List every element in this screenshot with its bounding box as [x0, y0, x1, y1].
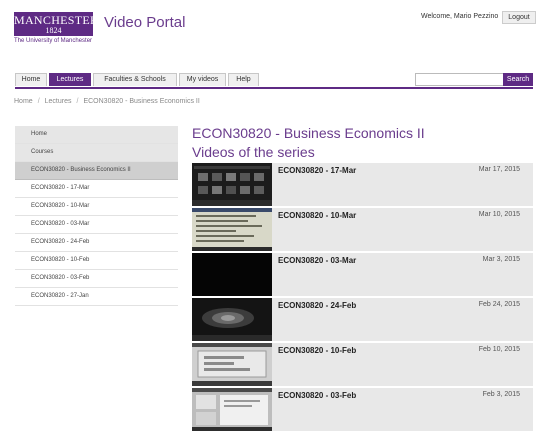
tab-faculties-schools[interactable]: Faculties & Schools [93, 73, 177, 86]
tab-my-videos[interactable]: My videos [179, 73, 226, 86]
university-logo[interactable]: MANCHESTER 1824 [14, 12, 99, 36]
page-subtitle: Videos of the series [192, 144, 315, 160]
video-row[interactable]: ECON30820 - 10-Feb Feb 10, 2015 [192, 343, 533, 386]
video-title[interactable]: ECON30820 - 24-Feb [278, 301, 356, 310]
video-title[interactable]: ECON30820 - 10-Feb [278, 346, 356, 355]
video-thumbnail[interactable] [192, 208, 272, 251]
sidebar-item-10-mar[interactable]: ECON30820 - 10-Mar [15, 198, 178, 216]
logo-wordmark: MANCHESTER [14, 13, 99, 27]
video-thumbnail[interactable] [192, 298, 272, 341]
video-date: Mar 3, 2015 [482, 256, 520, 263]
video-row[interactable]: ECON30820 - 03-Mar Mar 3, 2015 [192, 253, 533, 296]
tab-help[interactable]: Help [228, 73, 259, 86]
video-title[interactable]: ECON30820 - 17-Mar [278, 166, 356, 175]
sidebar-item-courses[interactable]: Courses [15, 144, 178, 162]
video-date: Feb 24, 2015 [478, 301, 520, 308]
video-thumbnail[interactable] [192, 343, 272, 386]
university-name: The University of Manchester [14, 38, 93, 44]
tab-home[interactable]: Home [15, 73, 47, 86]
video-date: Mar 17, 2015 [478, 166, 520, 173]
video-row[interactable]: ECON30820 - 10-Mar Mar 10, 2015 [192, 208, 533, 251]
breadcrumb-home[interactable]: Home [14, 98, 33, 105]
breadcrumb-separator: / [76, 98, 79, 105]
sidebar-item-03-feb[interactable]: ECON30820 - 03-Feb [15, 270, 178, 288]
tab-lectures[interactable]: Lectures [49, 73, 91, 86]
breadcrumb-separator: / [37, 98, 40, 105]
sidebar-item-24-feb[interactable]: ECON30820 - 24-Feb [15, 234, 178, 252]
breadcrumb-current: ECON30820 - Business Economics II [83, 98, 200, 105]
sidebar-item-home[interactable]: Home [15, 126, 178, 144]
video-row[interactable]: ECON30820 - 17-Mar Mar 17, 2015 [192, 163, 533, 206]
video-date: Feb 3, 2015 [482, 391, 520, 398]
sidebar: Home Courses ECON30820 - Business Econom… [15, 126, 178, 306]
video-thumbnail[interactable] [192, 388, 272, 431]
sidebar-item-27-jan[interactable]: ECON30820 - 27-Jan [15, 288, 178, 306]
video-thumbnail[interactable] [192, 163, 272, 206]
video-row[interactable]: ECON30820 - 24-Feb Feb 24, 2015 [192, 298, 533, 341]
welcome-text: Welcome, Mario Pezzino [421, 13, 499, 20]
video-date: Feb 10, 2015 [478, 346, 520, 353]
video-title[interactable]: ECON30820 - 03-Mar [278, 256, 356, 265]
logo-year: 1824 [45, 26, 62, 35]
search-input[interactable] [415, 73, 505, 86]
portal-title[interactable]: Video Portal [104, 14, 185, 31]
video-thumbnail[interactable] [192, 253, 272, 296]
sidebar-item-03-mar[interactable]: ECON30820 - 03-Mar [15, 216, 178, 234]
video-title[interactable]: ECON30820 - 10-Mar [278, 211, 356, 220]
breadcrumb-lectures[interactable]: Lectures [45, 98, 72, 105]
video-date: Mar 10, 2015 [478, 211, 520, 218]
search-button[interactable]: Search [503, 73, 533, 86]
sidebar-item-17-mar[interactable]: ECON30820 - 17-Mar [15, 180, 178, 198]
sidebar-item-series[interactable]: ECON30820 - Business Economics II [15, 162, 178, 180]
page-title: ECON30820 - Business Economics II [192, 125, 425, 141]
video-row[interactable]: ECON30820 - 03-Feb Feb 3, 2015 [192, 388, 533, 431]
logout-button[interactable]: Logout [502, 11, 536, 24]
video-list: ECON30820 - 17-Mar Mar 17, 2015 ECON3082… [192, 163, 533, 433]
breadcrumb: Home / Lectures / ECON30820 - Business Econo… [14, 98, 200, 105]
sidebar-item-10-feb[interactable]: ECON30820 - 10-Feb [15, 252, 178, 270]
video-title[interactable]: ECON30820 - 03-Feb [278, 391, 356, 400]
